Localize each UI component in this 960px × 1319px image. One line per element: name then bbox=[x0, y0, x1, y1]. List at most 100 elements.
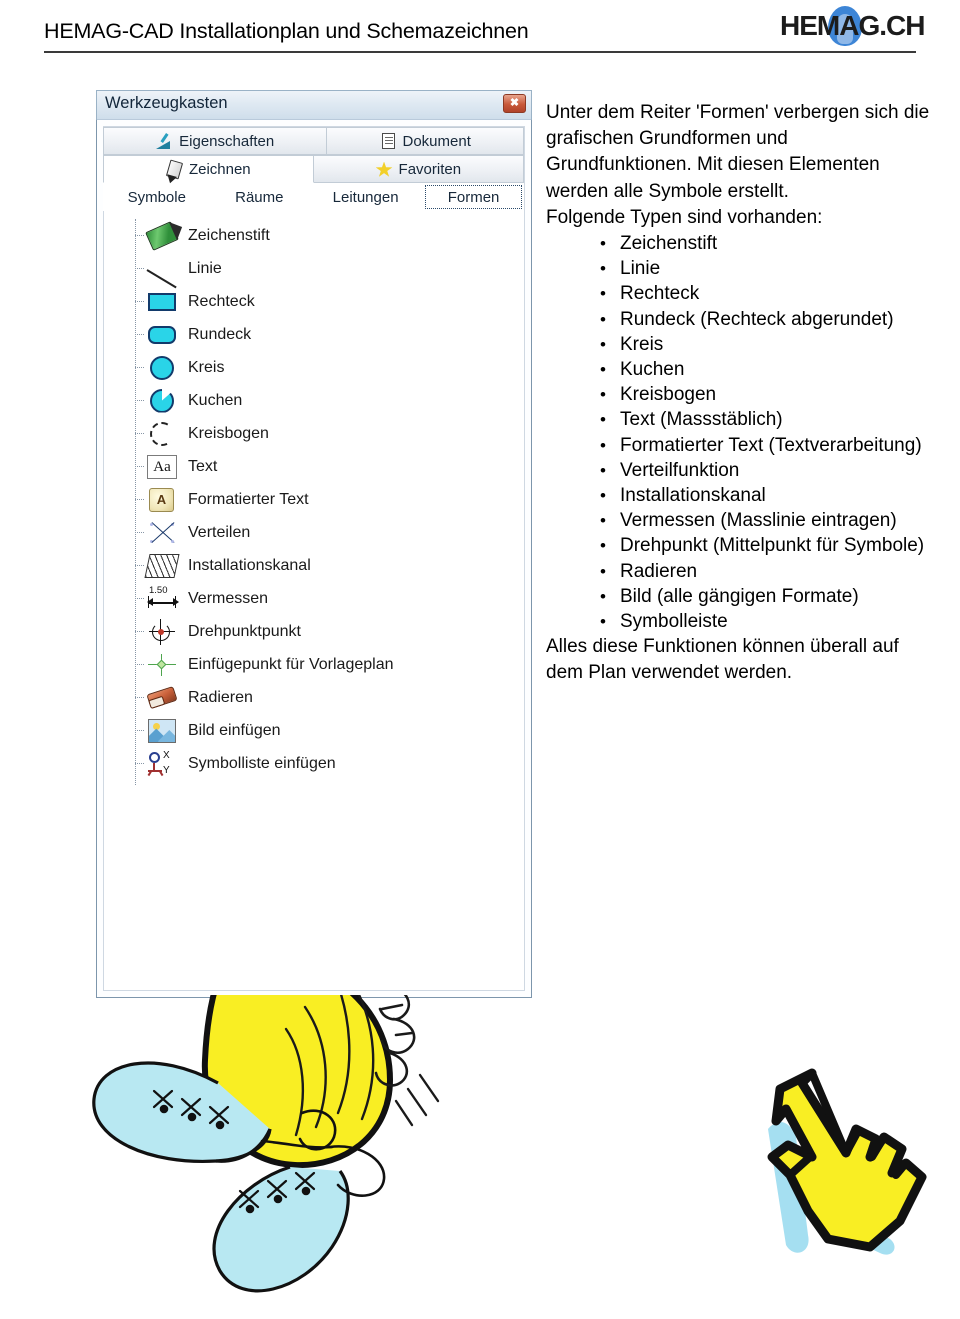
outro-paragraph: Alles diese Funktionen können überall au… bbox=[546, 636, 899, 684]
tree-branch bbox=[135, 433, 144, 434]
tool-label: Kuchen bbox=[188, 391, 243, 409]
window-body: Eigenschaften Dokument Zeichnen Favorite… bbox=[96, 119, 532, 998]
rectangle-tool-icon bbox=[144, 288, 184, 316]
tool-label: Zeichenstift bbox=[188, 226, 270, 244]
tab-label: Zeichnen bbox=[188, 160, 251, 178]
tool-item-kuchen[interactable]: Kuchen bbox=[104, 384, 524, 417]
tab-row-2: Zeichnen Favoriten bbox=[103, 155, 524, 183]
tool-label: Drehpunktpunkt bbox=[188, 622, 301, 640]
insert-image-tool-icon bbox=[144, 717, 184, 745]
tree-branch bbox=[135, 664, 144, 665]
tool-item-kreisbogen[interactable]: Kreisbogen bbox=[104, 417, 524, 450]
line-tool-icon bbox=[144, 255, 184, 283]
toolbox-window: Werkzeugkasten ✖ Eigenschaften Dokument … bbox=[96, 90, 532, 998]
tab-favoriten[interactable]: Favoriten bbox=[312, 155, 524, 183]
list-item: Linie bbox=[546, 256, 938, 281]
decorative-doodle-area bbox=[80, 995, 960, 1295]
tool-item-verteilen[interactable]: Verteilen bbox=[104, 516, 524, 549]
window-title: Werkzeugkasten bbox=[105, 94, 228, 112]
distribute-tool-icon bbox=[144, 519, 184, 547]
list-item: Verteilfunktion bbox=[546, 458, 938, 483]
tree-branch bbox=[135, 598, 144, 599]
hemag-logo: HEMAG.CH bbox=[780, 5, 925, 47]
tool-item-bild-einfuegen[interactable]: Bild einfügen bbox=[104, 714, 524, 747]
tab-symbole[interactable]: Symbole bbox=[103, 183, 212, 211]
tool-item-kreis[interactable]: Kreis bbox=[104, 351, 524, 384]
tab-zeichnen[interactable]: Zeichnen bbox=[103, 155, 314, 183]
tool-item-radieren[interactable]: Radieren bbox=[104, 681, 524, 714]
tool-item-vermessen[interactable]: 1.50 Vermessen bbox=[104, 582, 524, 615]
eraser-tool-icon bbox=[144, 684, 184, 712]
tool-label: Linie bbox=[188, 259, 222, 277]
tool-label: Kreisbogen bbox=[188, 424, 269, 442]
tab-dokument[interactable]: Dokument bbox=[326, 127, 525, 155]
tab-label: Leitungen bbox=[332, 188, 399, 206]
tool-label: Text bbox=[188, 457, 218, 475]
sub-tab-row: Symbole Räume Leitungen Formen bbox=[103, 183, 524, 211]
tab-label: Dokument bbox=[402, 132, 471, 150]
window-content-frame: Eigenschaften Dokument Zeichnen Favorite… bbox=[103, 126, 525, 991]
list-item: Kuchen bbox=[546, 357, 938, 382]
list-item: Rundeck (Rechteck abgerundet) bbox=[546, 307, 938, 332]
shape-types-list: Zeichenstift Linie Rechteck Rundeck (Rec… bbox=[546, 231, 938, 634]
types-lead-line: Folgende Typen sind vorhanden: bbox=[546, 206, 823, 228]
list-item: Installationskanal bbox=[546, 483, 938, 508]
tool-label: Kreis bbox=[188, 358, 225, 376]
document-header: HEMAG-CAD Installationplan und Schemazei… bbox=[0, 0, 960, 62]
tool-item-rechteck[interactable]: Rechteck bbox=[104, 285, 524, 318]
properties-pen-icon bbox=[156, 132, 173, 150]
tree-branch bbox=[135, 400, 144, 401]
tab-leitungen[interactable]: Leitungen bbox=[308, 183, 425, 211]
text-tool-icon: Aa bbox=[144, 453, 184, 481]
tool-tree-list: Zeichenstift Linie Rechteck Rundeck Krei… bbox=[104, 213, 524, 785]
tool-item-symbolliste-einfuegen[interactable]: XY Symbolliste einfügen bbox=[104, 747, 524, 780]
tab-label: Symbole bbox=[127, 188, 186, 206]
focus-ring bbox=[425, 185, 522, 209]
description-text-block: Unter dem Reiter 'Formen' verbergen sich… bbox=[546, 100, 938, 687]
list-item: Rechteck bbox=[546, 281, 938, 306]
tool-item-drehpunktpunkt[interactable]: Drehpunktpunkt bbox=[104, 615, 524, 648]
tree-branch bbox=[135, 631, 144, 632]
tool-item-rundeck[interactable]: Rundeck bbox=[104, 318, 524, 351]
tree-branch bbox=[135, 367, 144, 368]
tool-item-zeichenstift[interactable]: Zeichenstift bbox=[104, 219, 524, 252]
hand-drawn-pointer-cursor bbox=[767, 1068, 927, 1255]
window-titlebar: Werkzeugkasten ✖ bbox=[96, 90, 532, 119]
rounded-rectangle-tool-icon bbox=[144, 321, 184, 349]
tool-label: Bild einfügen bbox=[188, 721, 281, 739]
arc-tool-icon bbox=[144, 420, 184, 448]
tree-branch bbox=[135, 730, 144, 731]
insert-point-tool-icon bbox=[144, 651, 184, 679]
formatted-text-tool-icon: A bbox=[144, 486, 184, 514]
tree-branch bbox=[135, 565, 144, 566]
measure-value: 1.50 bbox=[149, 584, 168, 596]
tool-label: Verteilen bbox=[188, 523, 251, 541]
hand-drawn-bee-sketch bbox=[92, 995, 440, 1293]
intro-paragraph: Unter dem Reiter 'Formen' verbergen sich… bbox=[546, 102, 930, 202]
tool-item-linie[interactable]: Linie bbox=[104, 252, 524, 285]
tree-branch bbox=[135, 268, 144, 269]
circle-tool-icon bbox=[144, 354, 184, 382]
tab-eigenschaften[interactable]: Eigenschaften bbox=[103, 127, 328, 155]
tool-item-installationskanal[interactable]: Installationskanal bbox=[104, 549, 524, 582]
tree-branch bbox=[135, 763, 144, 764]
pie-tool-icon bbox=[144, 387, 184, 415]
tool-item-einfuegepunkt[interactable]: Einfügepunkt für Vorlageplan bbox=[104, 648, 524, 681]
list-item: Formatierter Text (Textverarbeitung) bbox=[546, 433, 938, 458]
list-item: Kreisbogen bbox=[546, 382, 938, 407]
tab-group: Eigenschaften Dokument Zeichnen Favorite… bbox=[103, 127, 525, 211]
list-item: Text (Massstäblich) bbox=[546, 407, 938, 432]
list-item: Symbolleiste bbox=[546, 609, 938, 634]
close-icon[interactable]: ✖ bbox=[503, 94, 526, 113]
tab-raeume[interactable]: Räume bbox=[210, 183, 310, 211]
list-item: Vermessen (Masslinie eintragen) bbox=[546, 508, 938, 533]
tab-label: Favoriten bbox=[398, 160, 462, 178]
tool-item-formatierter-text[interactable]: A Formatierter Text bbox=[104, 483, 524, 516]
list-item: Drehpunkt (Mittelpunkt für Symbole) bbox=[546, 533, 938, 558]
tool-item-text[interactable]: Aa Text bbox=[104, 450, 524, 483]
tool-label: Rundeck bbox=[188, 325, 252, 343]
formatted-text-glyph: A bbox=[149, 487, 174, 512]
tool-label: Symbolliste einfügen bbox=[188, 754, 336, 772]
tab-formen[interactable]: Formen bbox=[423, 183, 524, 211]
document-icon bbox=[380, 132, 397, 150]
